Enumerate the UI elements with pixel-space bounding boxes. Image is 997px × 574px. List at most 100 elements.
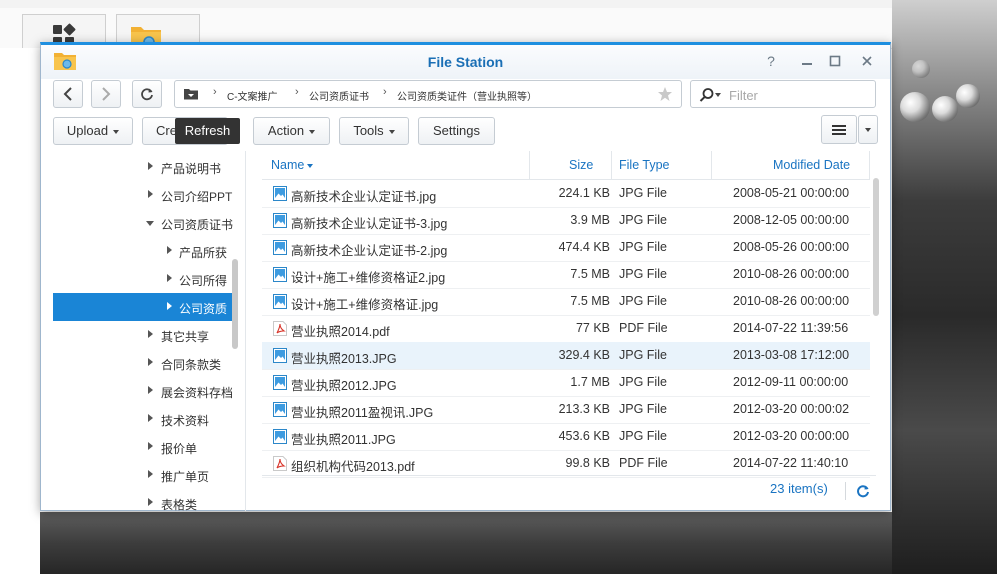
breadcrumb-item[interactable]: 公司资质类证件（营业执照等）	[397, 88, 537, 103]
file-name: 高新技术企业认定证书-2.jpg	[291, 244, 448, 258]
file-size: 7.5 MB	[570, 294, 610, 308]
image-file-icon	[273, 429, 287, 444]
tree-item[interactable]: 表格类	[53, 489, 233, 511]
column-file-type[interactable]: File Type	[619, 158, 670, 172]
file-name: 营业执照2013.JPG	[291, 352, 397, 366]
file-type: JPG File	[619, 213, 667, 227]
file-size: 224.1 KB	[558, 186, 610, 200]
refresh-icon[interactable]	[856, 484, 870, 498]
tree-item[interactable]: 产品说明书	[53, 153, 233, 181]
settings-button[interactable]: Settings	[418, 117, 495, 145]
file-name: 营业执照2011.JPG	[291, 433, 396, 447]
file-modified: 2010-08-26 00:00:00	[733, 267, 850, 281]
column-size[interactable]: Size	[569, 158, 593, 172]
file-modified: 2014-07-22 11:39:56	[733, 321, 849, 335]
tree-scrollbar[interactable]	[232, 259, 238, 349]
table-row[interactable]: 设计+施工+维修资格证2.jpg 7.5 MB JPG File 2010-08-26…	[262, 261, 870, 289]
table-row[interactable]: 高新技术企业认定证书.jpg 224.1 KB JPG File 2008-05-21…	[262, 180, 870, 208]
upload-button[interactable]: Upload	[53, 117, 133, 145]
file-modified: 2008-05-26 00:00:00	[733, 240, 850, 254]
folder-dropdown-icon[interactable]	[183, 87, 199, 101]
table-row[interactable]: 设计+施工+维修资格证.jpg 7.5 MB JPG File 2010-08-26 …	[262, 288, 870, 316]
image-file-icon	[273, 294, 287, 309]
table-row[interactable]: 营业执照2012.JPG 1.7 MB JPG File 2012-09-11 00:…	[262, 369, 870, 397]
tree-item[interactable]: 其它共享	[53, 321, 233, 349]
tree-item[interactable]: 展会资料存档	[53, 377, 233, 405]
tree-item[interactable]: 公司介绍PPT	[53, 181, 233, 209]
image-file-icon	[273, 186, 287, 201]
table-row[interactable]: 高新技术企业认定证书-3.jpg 3.9 MB JPG File 2008-12-05…	[262, 207, 870, 235]
table-footer: 23 item(s)	[262, 475, 876, 506]
file-size: 1.7 MB	[570, 375, 610, 389]
file-size: 213.3 KB	[558, 402, 610, 416]
file-modified: 2012-03-20 00:00:00	[733, 429, 850, 443]
file-size: 329.4 KB	[558, 348, 610, 362]
table-row[interactable]: 营业执照2011盈视讯.JPG 213.3 KB JPG File 2012-03-2…	[262, 396, 870, 424]
file-modified: 2012-03-20 00:00:02	[733, 402, 850, 416]
table-scrollbar[interactable]	[873, 178, 879, 316]
file-modified: 2014-07-22 11:40:10	[733, 456, 849, 470]
file-name: 设计+施工+维修资格证.jpg	[291, 298, 439, 312]
pane-divider[interactable]	[245, 151, 246, 511]
view-mode-button[interactable]	[821, 115, 857, 144]
file-size: 99.8 KB	[565, 456, 610, 470]
file-name: 设计+施工+维修资格证2.jpg	[291, 271, 446, 285]
upload-label: Upload	[66, 123, 109, 138]
column-modified-date[interactable]: Modified Date	[773, 158, 850, 172]
action-label: Action	[267, 123, 305, 138]
path-breadcrumb: › C-文案推广 › 公司资质证书 › 公司资质类证件（营业执照等）	[174, 80, 682, 108]
tree-item[interactable]: 公司所得	[53, 265, 233, 293]
breadcrumb-item[interactable]: C-文案推广	[227, 88, 278, 103]
file-modified: 2013-03-08 17:12:00	[733, 348, 850, 362]
filter-placeholder: Filter	[729, 88, 758, 103]
star-icon[interactable]	[657, 86, 673, 102]
tree-item[interactable]: 报价单	[53, 433, 233, 461]
tree-item-expanded[interactable]: 公司资质证书	[53, 209, 233, 237]
desktop-wallpaper-bottom	[40, 512, 892, 574]
file-name: 营业执照2012.JPG	[291, 379, 397, 393]
help-icon[interactable]: ?	[762, 52, 780, 70]
file-size: 7.5 MB	[570, 267, 610, 281]
table-row[interactable]: 营业执照2011.JPG 453.6 KB JPG File 2012-03-20 0…	[262, 423, 870, 451]
file-size: 474.4 KB	[558, 240, 610, 254]
tree-item[interactable]: 产品所获	[53, 237, 233, 265]
settings-label: Settings	[433, 123, 480, 138]
pdf-file-icon	[273, 456, 287, 471]
file-modified: 2012-09-11 00:00:00	[733, 375, 849, 389]
folder-tree: 产品说明书 公司介绍PPT 公司资质证书 产品所获 公司所得 公司资质 其它共享…	[53, 151, 243, 511]
file-modified: 2008-05-21 00:00:00	[733, 186, 850, 200]
tools-label: Tools	[353, 123, 384, 138]
file-name: 高新技术企业认定证书.jpg	[291, 190, 437, 204]
file-modified: 2010-08-26 00:00:00	[733, 294, 850, 308]
tree-item-selected[interactable]: 公司资质	[53, 293, 233, 321]
column-name[interactable]: Name	[271, 158, 314, 172]
filter-input[interactable]: Filter	[690, 80, 876, 108]
breadcrumb-item[interactable]: 公司资质证书	[309, 88, 369, 103]
minimize-icon[interactable]	[798, 52, 816, 70]
tree-item[interactable]: 合同条款类	[53, 349, 233, 377]
list-view-icon	[832, 125, 846, 135]
file-size: 3.9 MB	[570, 213, 610, 227]
file-type: PDF File	[619, 456, 668, 470]
table-row[interactable]: 营业执照2014.pdf 77 KB PDF File 2014-07-22 11:3…	[262, 315, 870, 343]
file-type: JPG File	[619, 402, 667, 416]
image-file-icon	[273, 402, 287, 417]
file-type: PDF File	[619, 321, 668, 335]
tree-item[interactable]: 推广单页	[53, 461, 233, 489]
back-button[interactable]	[53, 80, 83, 108]
table-row[interactable]: 组织机构代码2013.pdf 99.8 KB PDF File 2014-07-22 …	[262, 450, 870, 478]
image-file-icon	[273, 375, 287, 390]
tools-button[interactable]: Tools	[339, 117, 409, 145]
table-row[interactable]: 营业执照2013.JPG 329.4 KB JPG File 2013-03-08 1…	[262, 342, 870, 370]
refresh-button[interactable]	[132, 80, 162, 108]
view-mode-dropdown[interactable]	[858, 115, 878, 144]
table-row[interactable]: 高新技术企业认定证书-2.jpg 474.4 KB JPG File 2008-05-…	[262, 234, 870, 262]
action-button[interactable]: Action	[253, 117, 330, 145]
maximize-icon[interactable]	[826, 52, 844, 70]
file-modified: 2008-12-05 00:00:00	[733, 213, 850, 227]
tree-item[interactable]: 技术资料	[53, 405, 233, 433]
file-name: 组织机构代码2013.pdf	[291, 460, 415, 474]
close-icon[interactable]	[858, 52, 876, 70]
window-titlebar[interactable]: File Station ?	[41, 45, 890, 79]
forward-button[interactable]	[91, 80, 121, 108]
